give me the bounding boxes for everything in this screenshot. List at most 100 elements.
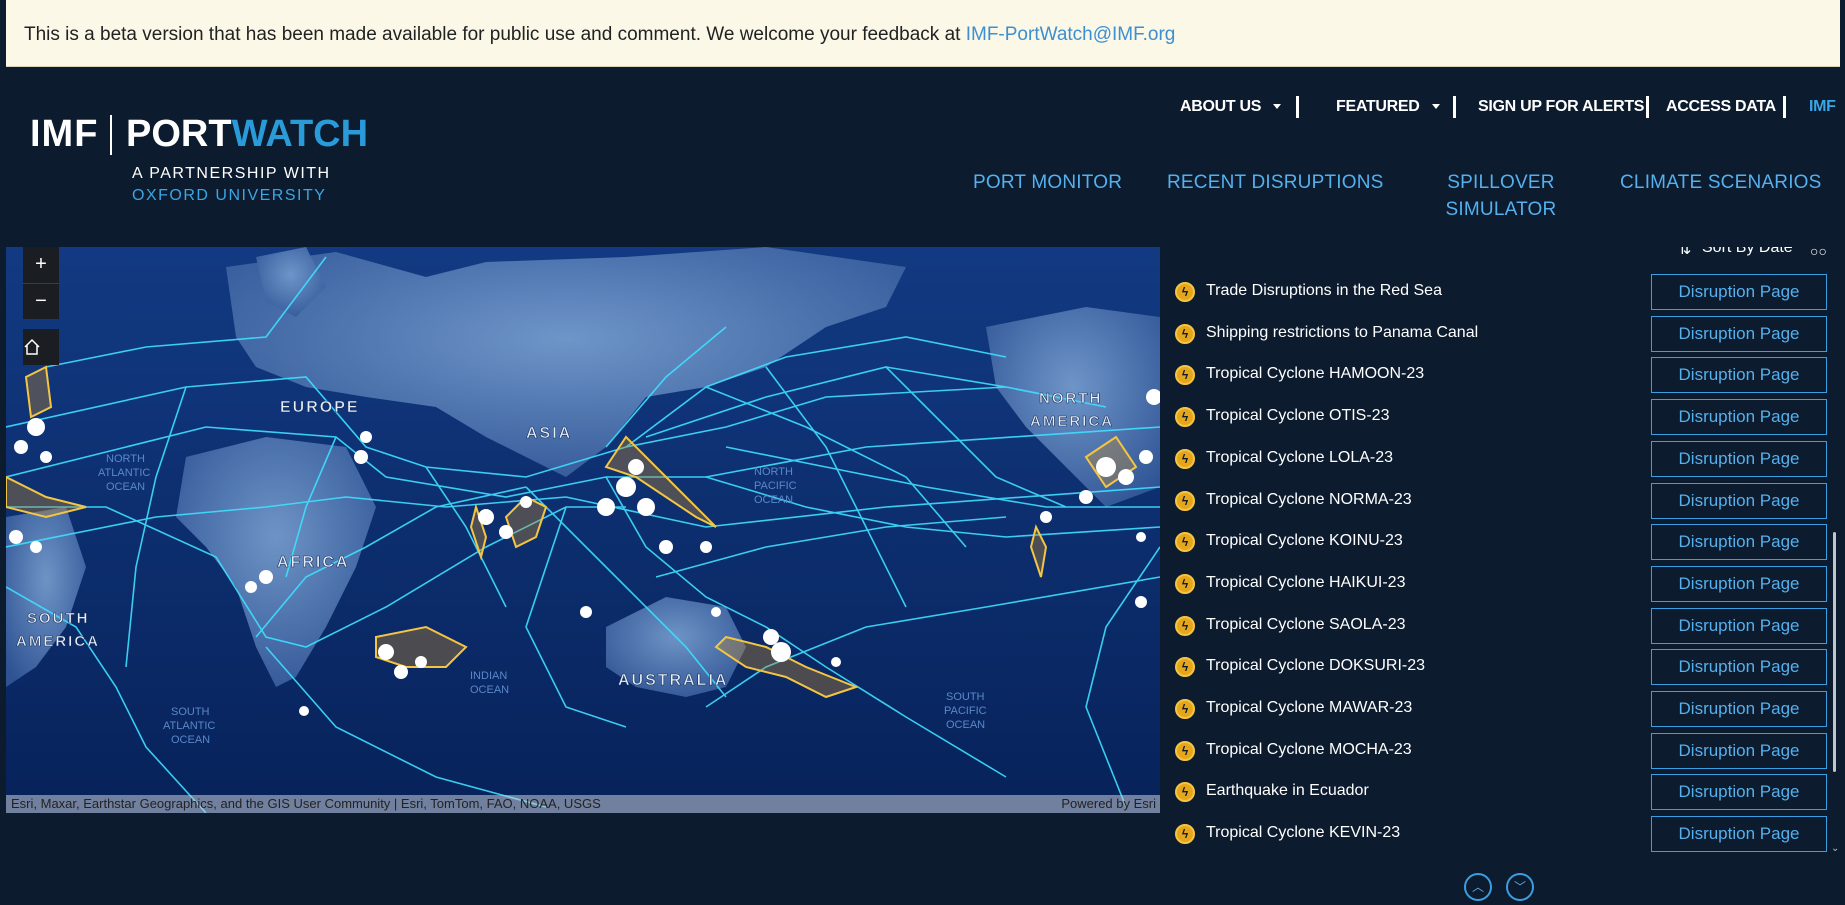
- label-south-atlantic-1: SOUTH: [171, 706, 210, 718]
- label-north-america-1: NORTH: [1039, 390, 1102, 407]
- chevron-down-icon: [1273, 104, 1282, 110]
- label-south-america-1: SOUTH: [27, 610, 90, 627]
- site-header: IMF PORTWATCH A PARTNERSHIP WITH OXFORD …: [6, 67, 1845, 247]
- disruption-row: ϟ Tropical Cyclone HAIKUI-23 Disruption Pa…: [1160, 565, 1832, 602]
- map-canvas: EUROPE ASIA AFRICA AUSTRALIA NORTH AMERI…: [6, 247, 1160, 813]
- disruption-title[interactable]: Shipping restrictions to Panama Canal: [1206, 324, 1478, 342]
- disruption-title[interactable]: Tropical Cyclone DOKSURI-23: [1206, 657, 1425, 675]
- disruption-title[interactable]: Tropical Cyclone MAWAR-23: [1206, 699, 1412, 717]
- logo-subtitle-oxford: OXFORD UNIVERSITY: [132, 187, 327, 204]
- disruption-row: ϟ Tropical Cyclone DOKSURI-23 Disruption P…: [1160, 649, 1832, 686]
- label-australia: AUSTRALIA: [618, 672, 728, 689]
- tab-climate-scenarios[interactable]: CLIMATE SCENARIOS: [1620, 169, 1822, 196]
- disruption-page-button[interactable]: Disruption Page: [1651, 565, 1827, 602]
- disruption-row: ϟ Shipping restrictions to Panama Canal Di…: [1160, 315, 1832, 352]
- page-down-button[interactable]: ﹀: [1506, 873, 1534, 901]
- disruption-page-button[interactable]: Disruption Page: [1651, 649, 1827, 686]
- zoom-out-button[interactable]: −: [23, 283, 59, 319]
- disruption-row: ϟ Trade Disruptions in the Red Sea Disrupt…: [1160, 274, 1832, 310]
- disruption-page-button[interactable]: Disruption Page: [1651, 399, 1827, 436]
- disruption-page-button[interactable]: Disruption Page: [1651, 691, 1827, 727]
- beta-message: This is a beta version that has been mad…: [24, 24, 966, 45]
- powered-by-esri[interactable]: Powered by Esri: [1061, 795, 1156, 813]
- disruption-row: ϟ Tropical Cyclone SAOLA-23 Disruption Pag…: [1160, 607, 1832, 644]
- label-north-pacific-3: OCEAN: [754, 494, 793, 506]
- disruption-row: ϟ Earthquake in Ecuador Disruption Page: [1160, 774, 1832, 811]
- view-toggle-icon[interactable]: ○○: [1810, 247, 1827, 259]
- tab-spillover-line1: SPILLOVER: [1447, 172, 1555, 193]
- lightning-icon: ϟ: [1175, 448, 1195, 469]
- home-button[interactable]: [23, 329, 59, 365]
- disruption-page-button[interactable]: Disruption Page: [1651, 440, 1827, 477]
- disruption-row: ϟ Tropical Cyclone NORMA-23 Disruption Pag…: [1160, 482, 1832, 519]
- disruption-page-button[interactable]: Disruption Page: [1651, 774, 1827, 811]
- label-south-atlantic-3: OCEAN: [171, 734, 210, 746]
- world-map[interactable]: EUROPE ASIA AFRICA AUSTRALIA NORTH AMERI…: [6, 247, 1160, 813]
- disruption-page-button[interactable]: Disruption Page: [1651, 816, 1827, 853]
- tab-port-monitor[interactable]: PORT MONITOR: [973, 169, 1122, 196]
- disruption-page-button[interactable]: Disruption Page: [1651, 357, 1827, 394]
- lightning-icon: ϟ: [1175, 573, 1195, 594]
- disruption-row: ϟ Tropical Cyclone MAWAR-23 Disruption Pag…: [1160, 691, 1832, 727]
- disruption-title[interactable]: Tropical Cyclone HAMOON-23: [1206, 365, 1424, 383]
- lightning-icon: ϟ: [1175, 365, 1195, 386]
- beta-banner: This is a beta version that has been mad…: [6, 0, 1840, 67]
- label-south-pacific-1: SOUTH: [946, 691, 985, 703]
- lightning-icon: ϟ: [1175, 532, 1195, 553]
- label-south-pacific-2: PACIFIC: [944, 705, 987, 717]
- scroll-down-arrow-icon[interactable]: ⌄: [1831, 843, 1839, 854]
- map-attribution: Esri, Maxar, Earthstar Geographics, and …: [6, 795, 1160, 813]
- disruption-title[interactable]: Tropical Cyclone NORMA-23: [1206, 491, 1412, 509]
- label-north-pacific-2: PACIFIC: [754, 480, 797, 492]
- lightning-icon: ϟ: [1175, 282, 1195, 302]
- nav-about-us[interactable]: ABOUT US: [1180, 98, 1282, 116]
- disruption-row: ϟ Tropical Cyclone KOINU-23 Disruption Pag…: [1160, 524, 1832, 561]
- label-south-atlantic-2: ATLANTIC: [163, 720, 215, 732]
- disruption-title[interactable]: Trade Disruptions in the Red Sea: [1206, 282, 1442, 300]
- disruption-title[interactable]: Earthquake in Ecuador: [1206, 782, 1369, 800]
- tab-spillover-line2: SIMULATOR: [1445, 199, 1557, 220]
- disruption-page-button[interactable]: Disruption Page: [1651, 274, 1827, 310]
- top-nav: ABOUT US FEATURED SIGN UP FOR ALERTS ACC…: [6, 96, 1845, 122]
- tab-recent-disruptions[interactable]: RECENT DISRUPTIONS: [1167, 169, 1384, 196]
- nav-sign-up-alerts[interactable]: SIGN UP FOR ALERTS: [1478, 98, 1644, 116]
- app-root: This is a beta version that has been mad…: [0, 0, 1845, 905]
- nav-separator: [1453, 96, 1456, 118]
- chevron-up-icon: ︿: [1471, 880, 1484, 894]
- feedback-email-link[interactable]: IMF-PortWatch@IMF.org: [966, 24, 1176, 45]
- lightning-icon: ϟ: [1175, 407, 1195, 428]
- tab-spillover-simulator[interactable]: SPILLOVER SIMULATOR: [1441, 169, 1561, 223]
- disruption-title[interactable]: Tropical Cyclone MOCHA-23: [1206, 741, 1412, 759]
- nav-featured[interactable]: FEATURED: [1336, 98, 1440, 116]
- nav-featured-label: FEATURED: [1336, 98, 1420, 115]
- home-icon: [24, 338, 40, 355]
- label-north-atlantic-2: ATLANTIC: [98, 467, 150, 479]
- nav-access-data[interactable]: ACCESS DATA: [1666, 98, 1776, 116]
- label-indian-ocean-2: OCEAN: [470, 684, 509, 696]
- disruption-row: ϟ Tropical Cyclone KEVIN-23 Disruption Pag…: [1160, 816, 1832, 853]
- page-up-button[interactable]: ︿: [1464, 873, 1492, 901]
- label-north-atlantic-1: NORTH: [106, 453, 145, 465]
- disruption-title[interactable]: Tropical Cyclone HAIKUI-23: [1206, 574, 1405, 592]
- disruption-page-button[interactable]: Disruption Page: [1651, 482, 1827, 519]
- nav-imf-link[interactable]: IMF: [1809, 98, 1836, 116]
- disruption-title[interactable]: Tropical Cyclone LOLA-23: [1206, 449, 1393, 467]
- list-scrollbar[interactable]: ⌄: [1831, 247, 1839, 854]
- disruption-page-button[interactable]: Disruption Page: [1651, 732, 1827, 769]
- lightning-icon: ϟ: [1175, 782, 1195, 803]
- disruption-page-button[interactable]: Disruption Page: [1651, 607, 1827, 644]
- sort-control[interactable]: ⇅ Sort By Date ○○: [1160, 247, 1845, 265]
- disruption-title[interactable]: Tropical Cyclone SAOLA-23: [1206, 616, 1406, 634]
- disruption-title[interactable]: Tropical Cyclone KOINU-23: [1206, 532, 1403, 550]
- label-south-america-2: AMERICA: [16, 633, 100, 650]
- attribution-text: Esri, Maxar, Earthstar Geographics, and …: [11, 796, 601, 811]
- disruption-page-button[interactable]: Disruption Page: [1651, 315, 1827, 352]
- logo-subtitle-partnership: A PARTNERSHIP WITH: [132, 165, 331, 182]
- scrollbar-thumb[interactable]: [1833, 532, 1836, 772]
- disruption-title[interactable]: Tropical Cyclone KEVIN-23: [1206, 824, 1400, 842]
- disruption-row: ϟ Tropical Cyclone LOLA-23 Disruption Page: [1160, 440, 1832, 477]
- disruption-title[interactable]: Tropical Cyclone OTIS-23: [1206, 407, 1389, 425]
- zoom-in-button[interactable]: +: [23, 247, 59, 283]
- disruptions-list-panel: ⇅ Sort By Date ○○ ϟ Trade Disruptions in …: [1160, 247, 1845, 905]
- disruption-page-button[interactable]: Disruption Page: [1651, 524, 1827, 561]
